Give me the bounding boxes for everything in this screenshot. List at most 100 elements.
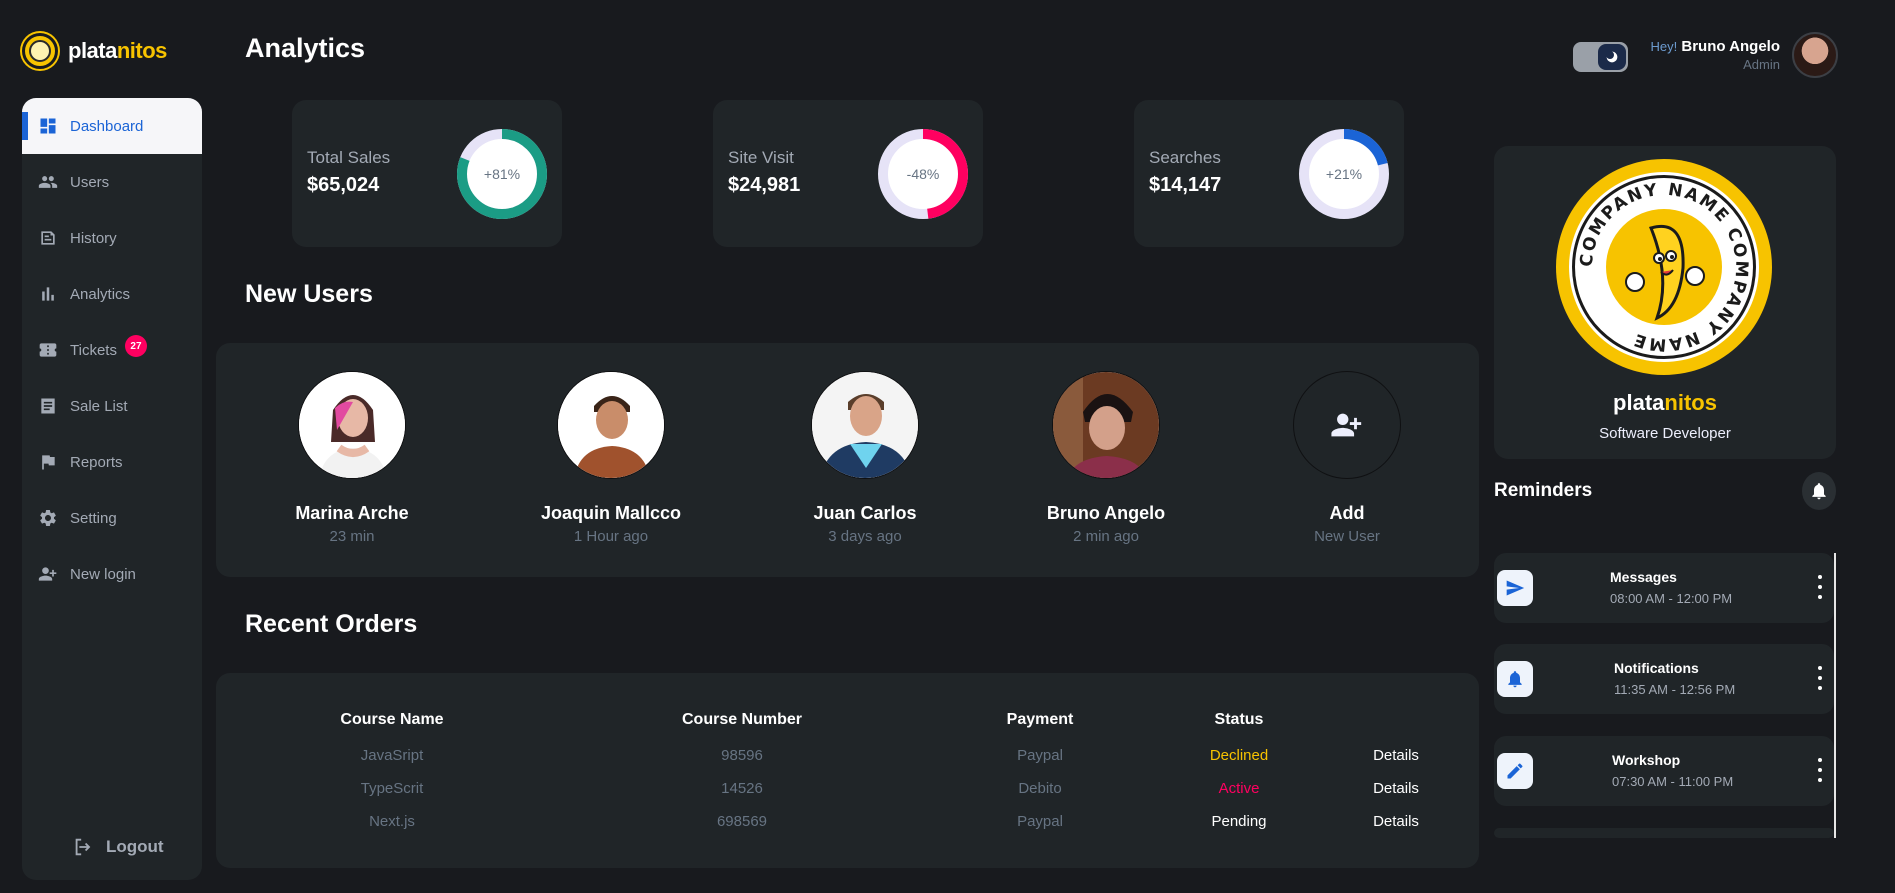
- column-header: Course Number: [681, 711, 803, 728]
- new-users-panel: Marina Arche 23 min Joaquin Mallcco 1 Ho…: [216, 343, 1479, 577]
- details-link[interactable]: Details: [1373, 780, 1419, 797]
- user-time: 23 min: [329, 528, 375, 545]
- user-profile[interactable]: Hey! Bruno Angelo Admin: [1650, 32, 1838, 78]
- moon-icon: [1598, 44, 1626, 70]
- details-link[interactable]: Details: [1373, 747, 1419, 764]
- reminders-bell-button[interactable]: [1802, 472, 1836, 510]
- reminder-item-messages[interactable]: Messages 08:00 AM - 12:00 PM: [1494, 553, 1834, 623]
- sidebar-item-dashboard[interactable]: Dashboard: [22, 98, 202, 154]
- reminder-time: 08:00 AM - 12:00 PM: [1610, 591, 1733, 606]
- company-seal-logo: COMPANY NAME COMPANY NAME: [1556, 159, 1772, 375]
- company-role: Software Developer: [1599, 425, 1731, 442]
- sidebar-item-label: Setting: [70, 509, 117, 527]
- progress-percent: +81%: [483, 166, 521, 182]
- sidebar-item-label: New login: [70, 565, 136, 583]
- sidebar-item-label: History: [70, 229, 117, 247]
- user-card[interactable]: Joaquin Mallcco 1 Hour ago: [511, 371, 711, 545]
- progress-percent: +21%: [1325, 166, 1363, 182]
- avatar[interactable]: [1792, 32, 1838, 78]
- theme-toggle[interactable]: [1573, 42, 1628, 72]
- cell-number: 98596: [721, 747, 763, 764]
- stat-value: $24,981: [728, 174, 801, 196]
- reminder-item-notifications[interactable]: Notifications 11:35 AM - 12:56 PM: [1494, 644, 1834, 714]
- reminder-item-partial[interactable]: [1494, 828, 1834, 838]
- user-photo: [811, 371, 919, 479]
- sidebar-item-setting[interactable]: Setting: [22, 490, 202, 546]
- greeting: Hey!: [1650, 39, 1678, 54]
- column-header: Course Name: [340, 711, 444, 728]
- sidebar-item-analytics[interactable]: Analytics: [22, 266, 202, 322]
- sidebar-item-users[interactable]: Users: [22, 154, 202, 210]
- more-options-icon[interactable]: [1816, 575, 1824, 599]
- user-time: 1 Hour ago: [573, 528, 649, 545]
- dashboard-icon: [38, 116, 58, 136]
- user-name: Juan Carlos: [813, 503, 917, 523]
- reminders-scrollbar[interactable]: [1834, 553, 1836, 838]
- edit-icon: [1497, 753, 1533, 789]
- bell-icon: [1812, 483, 1826, 500]
- stat-card-total-sales: Total Sales $65,024 +81%: [292, 100, 562, 247]
- stat-label: Site Visit: [728, 148, 794, 167]
- sidebar-item-label: Analytics: [70, 285, 131, 303]
- profile-name: Bruno Angelo: [1681, 38, 1780, 55]
- cell-payment: Paypal: [1017, 813, 1063, 830]
- company-name-part2: nitos: [1664, 390, 1717, 415]
- logout-button[interactable]: Logout: [72, 836, 164, 858]
- reports-icon: [38, 452, 58, 472]
- user-name: Marina Arche: [295, 503, 409, 523]
- cell-number: 14526: [721, 780, 763, 797]
- reminder-name: Notifications: [1614, 660, 1699, 676]
- sidebar-item-history[interactable]: History: [22, 210, 202, 266]
- user-photo: [1052, 371, 1160, 479]
- tickets-icon: [38, 340, 58, 360]
- recent-orders-table: Course Name Course Number Payment Status…: [216, 673, 1479, 868]
- stat-value: $65,024: [307, 174, 380, 196]
- user-card[interactable]: Marina Arche 23 min: [252, 371, 452, 545]
- tickets-badge: 27: [124, 335, 147, 357]
- add-user-sublabel: New User: [1314, 528, 1380, 545]
- cell-status: Declined: [1209, 747, 1269, 764]
- column-header: Payment: [1006, 711, 1074, 728]
- user-photo: [557, 371, 665, 479]
- reminders-title: Reminders: [1494, 480, 1593, 501]
- add-user-icon: [1331, 413, 1362, 437]
- logout-label: Logout: [106, 837, 164, 856]
- user-card[interactable]: Bruno Angelo 2 min ago: [1006, 371, 1206, 545]
- sidebar-item-new-login[interactable]: New login: [22, 546, 202, 602]
- company-name-part1: plata: [1613, 390, 1665, 415]
- sidebar-item-label: Tickets: [70, 341, 117, 359]
- profile-role: Admin: [1743, 57, 1780, 72]
- reminder-name: Messages: [1610, 569, 1677, 585]
- sidebar-item-sale-list[interactable]: Sale List: [22, 378, 202, 434]
- brand-name-part1: plata: [68, 38, 117, 63]
- setting-icon: [38, 508, 58, 528]
- cell-course: TypeScrit: [360, 780, 424, 797]
- user-photo: [298, 371, 406, 479]
- add-user-circle[interactable]: [1293, 371, 1401, 479]
- stat-card-searches: Searches $14,147 +21%: [1134, 100, 1404, 247]
- reminder-item-workshop[interactable]: Workshop 07:30 AM - 11:00 PM: [1494, 736, 1834, 806]
- brand-logo: [22, 33, 58, 69]
- reminder-name: Workshop: [1612, 752, 1681, 768]
- stat-label: Total Sales: [307, 148, 391, 167]
- user-card[interactable]: Juan Carlos 3 days ago: [765, 371, 965, 545]
- more-options-icon[interactable]: [1816, 758, 1824, 782]
- sidebar-item-reports[interactable]: Reports: [22, 434, 202, 490]
- more-options-icon[interactable]: [1816, 666, 1824, 690]
- cell-status: Pending: [1211, 813, 1267, 830]
- sidebar-item-tickets[interactable]: Tickets 27: [22, 322, 202, 378]
- sidebar-item-label: Reports: [70, 453, 123, 471]
- cell-course: Next.js: [369, 813, 415, 830]
- sidebar-item-label: Dashboard: [70, 117, 144, 135]
- details-link[interactable]: Details: [1373, 813, 1419, 830]
- user-time: 2 min ago: [1073, 528, 1139, 545]
- stat-card-site-visit: Site Visit $24,981 -48%: [713, 100, 983, 247]
- cell-course: JavaSript: [360, 747, 424, 764]
- users-icon: [38, 172, 58, 192]
- sale-list-icon: [38, 396, 58, 416]
- user-time: 3 days ago: [828, 528, 902, 545]
- add-user-button[interactable]: Add New User: [1247, 371, 1447, 545]
- new-login-icon: [38, 564, 58, 584]
- reminder-time: 11:35 AM - 12:56 PM: [1614, 682, 1736, 697]
- brand[interactable]: platanitos: [22, 33, 167, 69]
